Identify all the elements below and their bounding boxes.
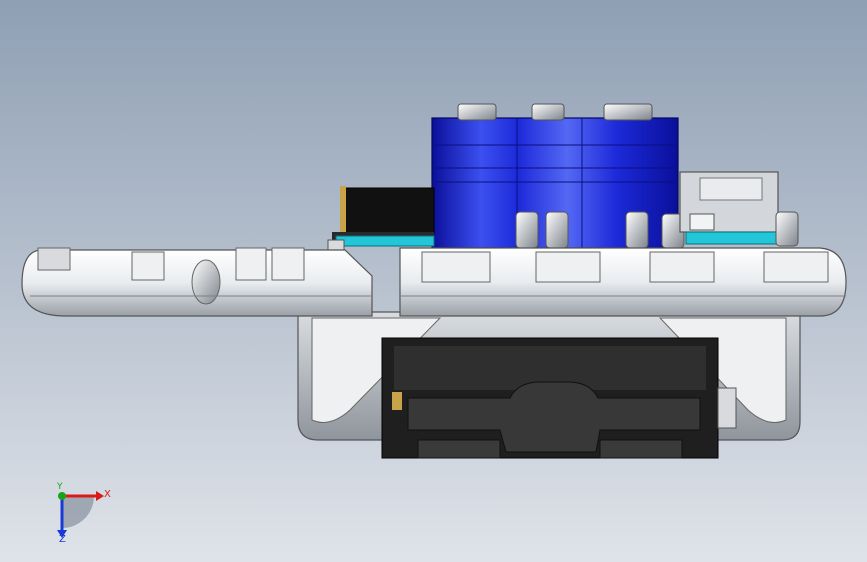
track-chassis <box>21 247 847 317</box>
servo-stack <box>431 103 685 249</box>
cad-viewport[interactable]: X Y Z <box>0 0 867 562</box>
control-board <box>327 186 435 251</box>
triad-y-label: Y <box>56 482 63 492</box>
triad-z-label: Z <box>59 534 66 545</box>
triad-x-label: X <box>104 489 111 500</box>
battery-pack <box>381 337 737 459</box>
